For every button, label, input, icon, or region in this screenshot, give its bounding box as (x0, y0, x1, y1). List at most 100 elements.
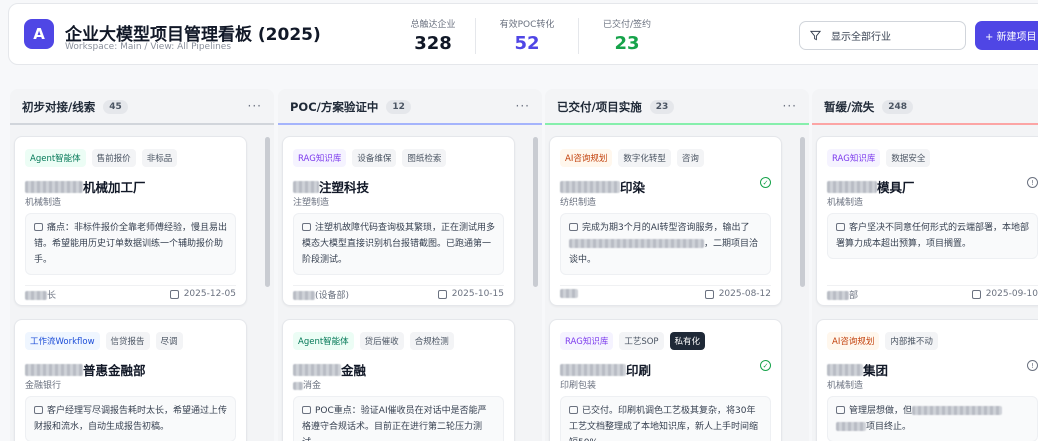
card-footer: 部 2025-09-10 (827, 285, 1038, 301)
industry-text: 机械制造 (827, 198, 864, 208)
filter-icon (810, 30, 821, 41)
kanban-column: POC/方案验证中 12 ··· RAG知识库 设备维保 图纸检索 注塑科技 注塑制造 注塑机故… (278, 89, 542, 441)
due-date: 2025-10-15 (437, 289, 504, 299)
note-box: 痛点：非标件报价全靠老师傅经验，慢且易出错。希望能用历史订单数据训练一个辅助报价… (25, 213, 236, 275)
column-count-badge: 45 (103, 100, 128, 114)
scrollbar[interactable] (800, 137, 805, 287)
project-card[interactable]: AI咨询规划 内部推不动 集团 机械制造 管理层想做，但项目终止。! (816, 319, 1038, 441)
industry-filter-dropdown[interactable]: 显示全部行业 (799, 21, 966, 50)
tag: RAG知识库 (560, 332, 614, 350)
project-card[interactable]: RAG知识库 数据安全 模具厂 机械制造 客户坚决不同意任何形式的云端部署，本地部署算力… (816, 136, 1038, 306)
due-date: 2025-12-05 (169, 289, 236, 299)
industry-text: 印刷包装 (560, 381, 597, 391)
company-name-suffix: 金融 (341, 363, 367, 378)
redacted-text (25, 180, 83, 193)
note-text: 管理层想做，但 (849, 406, 913, 416)
project-card[interactable]: AI咨询规划 数字化转型 咨询 印染 纺织制造 完成为期3个月的AI转型咨询服务，输出了，… (549, 136, 782, 306)
new-project-button[interactable]: + 新建项目 (975, 21, 1038, 50)
redacted-text (293, 363, 341, 376)
calendar-icon (971, 289, 981, 299)
project-card[interactable]: RAG知识库 工艺SOP 私有化 印刷 印刷包装 已交付。印刷机调色工艺极其复杂，将30年… (549, 319, 782, 441)
owner-text: 长 (47, 290, 57, 301)
more-options-icon[interactable]: ··· (516, 99, 530, 113)
redacted-text (912, 406, 1003, 415)
stat-total-companies: 总触达企业 328 (397, 17, 469, 54)
note-text: 完成为期3个月的AI转型咨询服务，输出了 (582, 223, 750, 233)
tag: Agent智能体 (293, 332, 354, 350)
kanban-column: 已交付/项目实施 23 ··· AI咨询规划 数字化转型 咨询 印染 纺织制造 完成为期3个月的… (545, 89, 809, 441)
tag: 咨询 (676, 149, 704, 167)
tag: 工作流Workflow (25, 332, 100, 350)
project-card[interactable]: RAG知识库 设备维保 图纸检索注塑科技 注塑制造注塑机故障代码查询极其繁琐，正在测试… (282, 136, 515, 306)
date-text: 2025-08-12 (718, 289, 771, 299)
date-text: 2025-09-10 (985, 289, 1038, 299)
note-text: 客户经理写尽调报告耗时太长，希望通过上传财报和流水，自动生成报告初稿。 (34, 406, 228, 432)
note-box: 客户经理写尽调报告耗时太长，希望通过上传财报和流水，自动生成报告初稿。 (25, 396, 236, 441)
date-text: 2025-10-15 (451, 289, 504, 299)
tag: RAG知识库 (293, 149, 347, 167)
comment-icon (836, 406, 845, 414)
tag: 信贷报告 (105, 332, 150, 350)
date-text: 2025-12-05 (183, 289, 236, 299)
project-card[interactable]: Agent智能体 售前报价 非标品 机械加工厂 机械制造 痛点：非标件报价全靠老师傅经验，… (14, 136, 247, 306)
industry-label: 印刷包装 (560, 378, 596, 391)
redacted-text (560, 363, 626, 376)
app-logo: A (24, 19, 54, 49)
tag: 非标品 (141, 149, 178, 167)
card-footer: (设备部) 2025-10-15 (293, 285, 504, 301)
company-name: 金融 (293, 360, 366, 379)
more-options-icon[interactable]: ··· (783, 99, 797, 113)
calendar-icon (704, 289, 714, 299)
kanban-column: 暂缓/流失248···RAG知识库数据安全模具厂机械制造客户坚决不同意任何形式的… (812, 89, 1038, 441)
column-header: POC/方案验证中 12 ··· (278, 89, 542, 125)
redacted-text (827, 290, 849, 300)
column-title: 暂缓/流失 (824, 100, 875, 114)
tag: RAG知识库 (827, 149, 881, 167)
industry-label: 注塑制造 (293, 195, 329, 208)
redacted-text (827, 180, 877, 193)
industry-text: 消金 (303, 381, 322, 391)
note-text-tail: 项目终止。 (866, 422, 912, 432)
card-footer: 2025-08-12 (560, 285, 771, 299)
company-name: 机械加工厂 (25, 177, 146, 196)
stat-poc-conversion: 有效POC转化 52 (491, 17, 563, 54)
note-box: 注塑机故障代码查询极其繁琐，正在测试用多模态大模型直接识别机台报错截图。已跑通第… (293, 213, 504, 275)
column-accent-line (278, 123, 542, 125)
tag-list: Agent智能体 贷后催收 合规检测 (293, 332, 454, 350)
project-card[interactable]: Agent智能体 贷后催收 合规检测金融消金 POC重点：验证AI催收员在对话中是否能… (282, 319, 515, 441)
company-name: 普惠金融部 (25, 360, 146, 379)
column-title: 初步对接/线索 (22, 100, 96, 114)
tag-list: AI咨询规划 内部推不动 (827, 332, 938, 350)
tag: 私有化 (669, 332, 706, 350)
tag-list: RAG知识库 设备维保 图纸检索 (293, 149, 447, 167)
tag-list: AI咨询规划 数字化转型 咨询 (560, 149, 704, 167)
company-name-suffix: 印染 (620, 180, 646, 195)
tag: 内部推不动 (885, 332, 938, 350)
column-count-badge: 12 (386, 100, 411, 114)
scrollbar[interactable] (265, 137, 270, 287)
project-card[interactable]: 工作流Workflow 信贷报告 尽调 普惠金融部 金融银行 客户经理写尽调报告耗时太长，… (14, 319, 247, 441)
calendar-icon (437, 289, 447, 299)
industry-label: 金融银行 (25, 378, 61, 391)
column-header: 已交付/项目实施 23 ··· (545, 89, 809, 125)
divider (475, 18, 476, 54)
more-options-icon[interactable]: ··· (248, 99, 262, 113)
column-accent-line (545, 123, 809, 125)
note-box: 管理层想做，但项目终止。 (827, 396, 1038, 441)
redacted-text (827, 363, 863, 376)
redacted-text (25, 290, 47, 300)
stat-value: 23 (614, 33, 640, 54)
tag: Agent智能体 (25, 149, 86, 167)
tag-list: RAG知识库 工艺SOP 私有化 (560, 332, 706, 350)
redacted-text (293, 381, 303, 390)
calendar-icon (169, 289, 179, 299)
note-text: POC重点：验证AI催收员在对话中是否能严格遵守合规话术。目前正在进行第二轮压力… (302, 406, 487, 441)
industry-text: 机械制造 (827, 381, 864, 391)
stat-label: 总触达企业 (410, 20, 456, 30)
industry-text: 机械制造 (25, 198, 62, 208)
comment-icon (836, 223, 845, 231)
company-name-suffix: 注塑科技 (319, 180, 370, 195)
scrollbar[interactable] (533, 137, 538, 287)
company-name: 注塑科技 (293, 177, 369, 196)
stat-label: 已交付/签约 (602, 20, 652, 30)
